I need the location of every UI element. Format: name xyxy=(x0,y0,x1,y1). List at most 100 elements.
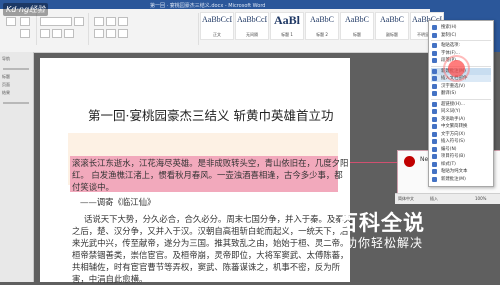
menu-item[interactable]: 项目符号(B) xyxy=(431,153,491,160)
menu-item-label: 粘贴为纯文本 xyxy=(441,169,468,174)
menu-item[interactable]: 中文繁简转换 xyxy=(431,123,491,130)
style-item[interactable]: AaBbCcDd 无间隔 xyxy=(235,12,269,40)
status-bar: 简体中文 插入 100% xyxy=(395,193,500,204)
underline-icon[interactable] xyxy=(64,29,74,38)
menu-item-label: 编号(N) xyxy=(441,146,457,152)
menu-item-label: 插入符号(S) xyxy=(441,139,465,144)
poem-line[interactable]: 付笑谈中。 xyxy=(72,181,114,193)
styles-gallery[interactable]: AaBbCcDd正文AaBbCcDd无间隔AaBl标题 1AaBbC标题 2Aa… xyxy=(200,12,445,40)
body-line[interactable]: 害，中涓自此愈横。 xyxy=(72,273,147,285)
nav-label[interactable]: 导航 xyxy=(2,56,10,62)
cursor-icon xyxy=(448,60,465,77)
font-name-select[interactable] xyxy=(40,17,72,26)
font-size-select[interactable] xyxy=(74,17,84,26)
menu-item-icon xyxy=(432,161,437,167)
comment-connector xyxy=(350,162,398,163)
body-line[interactable]: 之后，楚、汉分争，又并入于汉。汉朝自高祖斩白蛇而起义，一统天下，后 xyxy=(72,225,348,237)
poem-attribution[interactable]: ——调寄《临江仙》 xyxy=(80,196,155,208)
menu-item-icon xyxy=(432,50,437,56)
menu-item-icon xyxy=(432,146,437,152)
menu-item-icon xyxy=(432,91,437,96)
menu-item-icon xyxy=(432,124,437,129)
style-preview: AaBbCcDd xyxy=(237,15,267,24)
menu-item-label: 英语助手(A) xyxy=(441,116,465,122)
nav-label[interactable]: 结果 xyxy=(2,90,10,96)
status-zoom[interactable]: 100% xyxy=(475,196,486,201)
menu-item[interactable]: 搜索(H) xyxy=(431,24,491,31)
navigation-pane: 导航 标题 页面 结果 xyxy=(0,52,34,282)
poem-line[interactable]: 滚滚长江东逝水，江花海尽英雄。是非成败转头空，青山依旧在，几度夕阳 xyxy=(72,157,348,169)
style-item[interactable]: AaBbC 标题 xyxy=(340,12,374,40)
menu-item[interactable]: 同义词(Y) xyxy=(431,108,491,115)
menu-item-label: 翻译(S) xyxy=(441,91,456,96)
window-title: 第一回 · 宴桃园豪杰三结义.docx - Microsoft Word xyxy=(150,3,266,9)
menu-item[interactable]: 插入符号(S) xyxy=(431,138,491,145)
align-center-icon[interactable] xyxy=(106,29,116,38)
comment-author: Ne xyxy=(420,156,429,163)
status-mode[interactable]: 插入 xyxy=(430,196,438,202)
style-item[interactable]: AaBbCcDd 正文 xyxy=(200,12,234,40)
style-preview: AaBbC xyxy=(310,15,334,24)
menu-item[interactable]: 超链接(H)... xyxy=(431,101,491,108)
body-line[interactable]: 共相辅佐，时有宦官曹节等弄权，窦武、陈蕃谋诛之，机事不密，反为所 xyxy=(72,261,340,273)
body-line[interactable]: 桓帝禁锢善类，崇信宦官。及桓帝崩，灵帝即位，大将军窦武、太傅陈蕃， xyxy=(72,249,348,261)
style-preview: AaBbC xyxy=(345,15,369,24)
nav-label[interactable]: 页面 xyxy=(2,82,10,88)
body-line[interactable]: 来光武中兴，传至献帝，遂分为三国。推其致乱之由，始始于桓、灵二帝。 xyxy=(72,237,348,249)
bold-icon[interactable] xyxy=(40,29,50,38)
style-name: 标题 1 xyxy=(281,32,293,37)
bullets-icon[interactable] xyxy=(94,17,104,26)
menu-item-icon xyxy=(432,131,437,137)
cut-icon[interactable] xyxy=(20,17,30,26)
menu-item[interactable]: 样式(T) xyxy=(431,161,491,168)
brand-logo-text: 百科全说 xyxy=(337,211,425,235)
menu-item-icon xyxy=(432,43,437,48)
poem-line[interactable]: 红。 白发渔樵江渚上，惯看秋月春风。一壶浊酒喜相逢，古今多少事，都 xyxy=(72,169,343,181)
multilevel-list-icon[interactable] xyxy=(118,17,128,26)
menu-item[interactable]: 汉字重选(V) xyxy=(431,83,491,90)
menu-item[interactable]: 编号(N) xyxy=(431,146,491,153)
style-name: 无间隔 xyxy=(246,32,258,37)
style-name: 标题 xyxy=(353,32,361,37)
ribbon-home-tab: AaBbCcDd正文AaBbCcDd无间隔AaBl标题 1AaBbC标题 2Aa… xyxy=(0,9,444,53)
menu-item-icon xyxy=(432,101,437,107)
style-item[interactable]: AaBbC 标题 2 xyxy=(305,12,339,40)
style-preview: AaBbC xyxy=(380,15,404,24)
menu-separator xyxy=(431,40,491,41)
body-line[interactable]: 话说天下大势，分久必合，合久必分。周末七国分争，并入于秦。及秦灭 xyxy=(84,213,352,225)
menu-item[interactable]: 新建批注(M) xyxy=(431,176,491,183)
menu-item[interactable]: 英语助手(A) xyxy=(431,116,491,123)
document-page[interactable]: 第一回·宴桃园豪杰三结义 斩黄巾英雄首立功 滚滚长江东逝水，江花海尽英雄。是非成… xyxy=(40,58,352,285)
menu-item[interactable]: 文字方向(X) xyxy=(431,131,491,138)
paragraph-group[interactable] xyxy=(88,13,199,45)
style-name: 标题 2 xyxy=(316,32,328,37)
menu-item-label: 粘贴选项: xyxy=(441,43,461,48)
paste-icon[interactable] xyxy=(6,17,16,26)
menu-item[interactable]: 粘贴为纯文本 xyxy=(431,168,491,175)
status-language[interactable]: 简体中文 xyxy=(398,196,414,202)
menu-item[interactable]: 粘贴选项: xyxy=(431,42,491,49)
menu-item-icon xyxy=(432,32,437,38)
style-name: 副标题 xyxy=(386,32,398,37)
style-item[interactable]: AaBbC 副标题 xyxy=(375,12,409,40)
nav-label[interactable]: 标题 xyxy=(2,74,10,80)
numbering-icon[interactable] xyxy=(106,17,116,26)
clipboard-group[interactable] xyxy=(0,13,37,45)
menu-item[interactable]: 复制(C) xyxy=(431,32,491,39)
nav-divider xyxy=(3,68,29,70)
menu-separator xyxy=(431,98,491,100)
align-right-icon[interactable] xyxy=(118,29,128,38)
menu-item-label: 新建批注(M) xyxy=(441,176,466,182)
align-left-icon[interactable] xyxy=(94,29,104,38)
menu-item[interactable]: 翻译(S) xyxy=(431,90,491,97)
font-group[interactable] xyxy=(36,13,89,45)
copy-icon[interactable] xyxy=(20,29,30,38)
italic-icon[interactable] xyxy=(52,29,62,38)
menu-item-label: 文字方向(X) xyxy=(441,131,465,137)
menu-item-label: 项目符号(B) xyxy=(441,154,466,159)
nav-divider xyxy=(3,102,29,104)
context-menu[interactable]: 搜索(H)复制(C)粘贴选项:字体(F)...段落(P)...新建批注(M)插入… xyxy=(428,20,494,187)
style-item[interactable]: AaBl 标题 1 xyxy=(270,12,304,40)
menu-item-icon xyxy=(432,169,437,174)
menu-item-label: 同义词(Y) xyxy=(441,109,461,114)
